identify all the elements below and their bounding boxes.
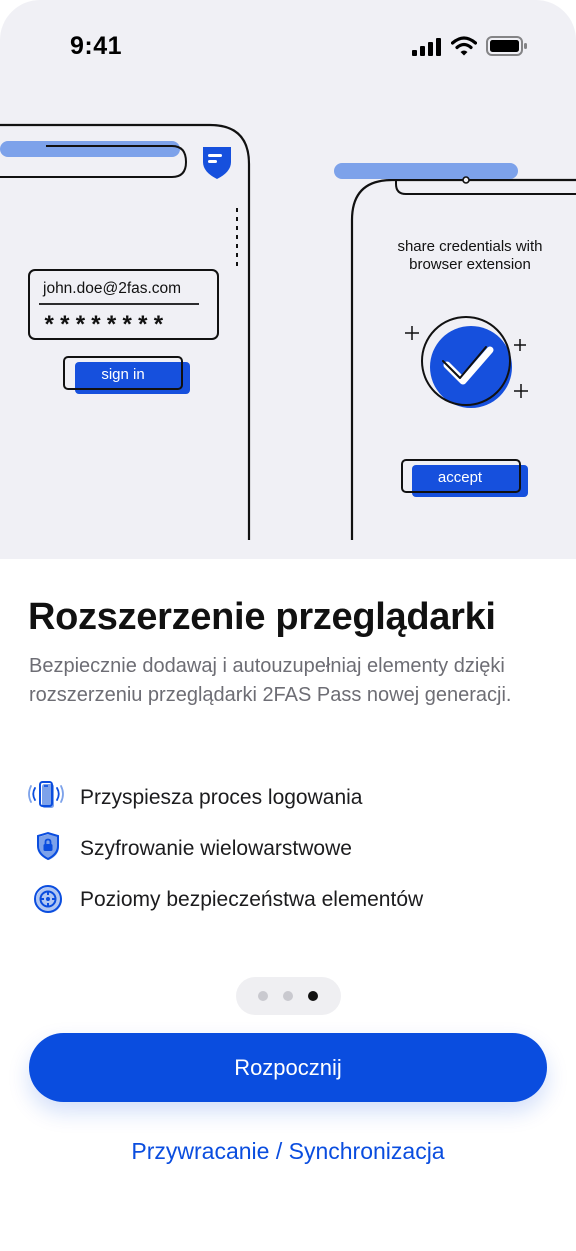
feature-label: Szyfrowanie wielowarstwowe bbox=[80, 837, 352, 860]
page-dot-2[interactable] bbox=[283, 991, 293, 1001]
page-title: Rozszerzenie przeglądarki bbox=[28, 596, 496, 638]
feature-item-encryption: Szyfrowanie wielowarstwowe bbox=[28, 828, 548, 868]
password-text: ******** bbox=[42, 314, 167, 341]
feature-label: Przyspiesza proces logowania bbox=[80, 786, 363, 809]
restore-sync-link[interactable]: Przywracanie / Synchronizacja bbox=[0, 1138, 576, 1165]
start-button[interactable]: Rozpocznij bbox=[29, 1033, 547, 1102]
share-caption-line1: share credentials with bbox=[397, 238, 542, 255]
right-phone-top-bar bbox=[334, 163, 518, 179]
page-dot-3-active[interactable] bbox=[308, 991, 318, 1001]
page-indicator bbox=[236, 977, 341, 1015]
sign-in-label: sign in bbox=[101, 366, 144, 383]
accept-label: accept bbox=[438, 469, 483, 486]
feature-label: Poziomy bezpieczeństwa elementów bbox=[80, 888, 424, 911]
checkmark-badge-icon bbox=[421, 316, 512, 408]
page-description: Bezpiecznie dodawaj i autouzupełniaj ele… bbox=[29, 655, 512, 706]
security-levels-icon bbox=[34, 885, 62, 913]
feature-item-speed: Przyspiesza proces logowania bbox=[28, 777, 548, 817]
feature-item-security-levels: Poziomy bezpieczeństwa elementów bbox=[28, 879, 548, 919]
shield-lock-icon bbox=[37, 831, 59, 861]
phone-vibrate-icon bbox=[28, 781, 64, 808]
page-dot-1[interactable] bbox=[258, 991, 268, 1001]
onboarding-illustration-area: 9:41 john.doe@2fas.com ******** sign in … bbox=[0, 0, 576, 559]
email-text: john.doe@2fas.com bbox=[42, 280, 181, 297]
left-phone-address-bar bbox=[0, 141, 180, 157]
phones-illustration: john.doe@2fas.com ******** sign in share… bbox=[0, 123, 576, 540]
share-caption-line2: browser extension bbox=[409, 256, 531, 273]
2fas-logo-icon bbox=[203, 147, 231, 179]
